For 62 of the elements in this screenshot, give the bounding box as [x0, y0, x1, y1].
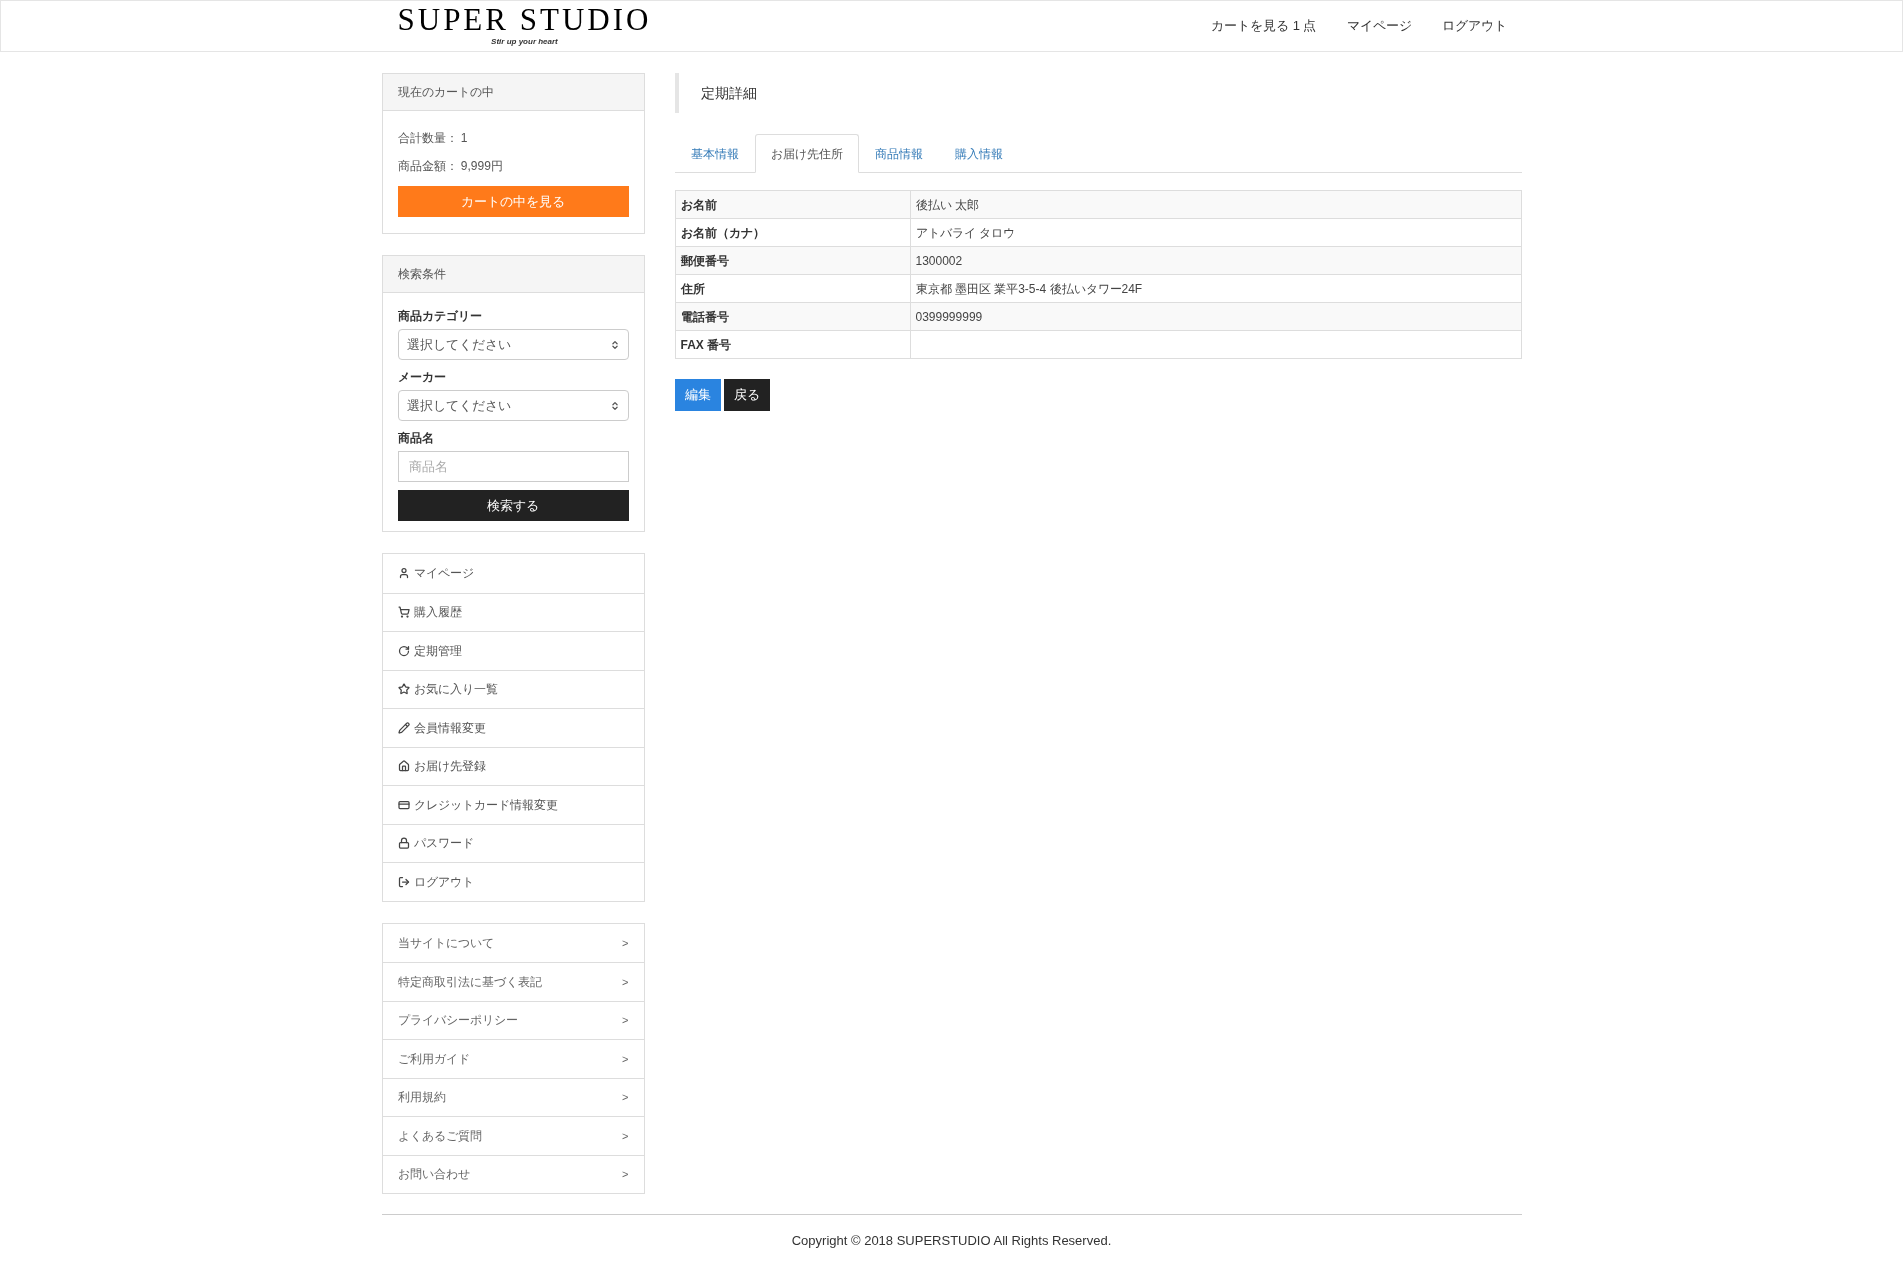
pencil-icon [397, 721, 410, 734]
info-link[interactable]: 当サイトについて > [382, 923, 644, 962]
tab[interactable]: 購入情報 [938, 134, 1019, 173]
select-arrows-icon [609, 339, 620, 350]
header-nav-link[interactable]: マイページ [1346, 16, 1412, 36]
credit-card-icon [397, 798, 410, 811]
logout-icon [397, 875, 410, 888]
table-cell: アトバライ タロウ [910, 218, 1521, 247]
input-field[interactable]: 商品名 [397, 451, 629, 482]
page-title: 定期詳細 [674, 73, 1522, 113]
table-header-cell: 電話番号 [675, 302, 910, 331]
table-cell: 1300002 [910, 246, 1521, 275]
user-icon [397, 567, 410, 580]
info-link[interactable]: 特定商取引法に基づく表記 > [382, 962, 644, 1001]
panel-heading: 検索条件 [382, 256, 644, 293]
site-logo[interactable]: SUPER STUDIO [397, 4, 652, 36]
header-nav-link[interactable]: ログアウト [1441, 16, 1507, 36]
menu-item[interactable]: マイページ [382, 554, 644, 593]
menu-item[interactable]: 会員情報変更 [382, 708, 644, 747]
table-cell: 0399999999 [910, 302, 1521, 331]
tab[interactable]: 商品情報 [858, 134, 939, 173]
table-header-cell: 住所 [675, 274, 910, 303]
info-link[interactable]: 利用規約 > [382, 1077, 644, 1116]
back-button[interactable]: 戻る [723, 379, 770, 411]
house-icon [397, 760, 410, 773]
menu-item[interactable]: 定期管理 [382, 631, 644, 670]
logo-tagline: Stir up your heart [491, 36, 558, 48]
select-field[interactable]: 選択してください [397, 329, 629, 360]
field-label: 商品名 [397, 430, 435, 447]
select-field[interactable]: 選択してください [397, 390, 629, 421]
panel-heading: 現在のカートの中 [382, 74, 644, 111]
header-nav-link[interactable]: カートを見る 1 点 [1211, 16, 1317, 36]
info-link[interactable]: ご利用ガイド > [382, 1039, 644, 1078]
cart-summary-text: 商品金額： 9,999円 [397, 158, 504, 175]
table-cell: 後払い 太郎 [910, 190, 1521, 219]
info-link[interactable]: プライバシーポリシー > [382, 1000, 644, 1039]
table-cell: 東京都 墨田区 業平3-5-4 後払いタワー24F [910, 274, 1521, 303]
menu-item[interactable]: パスワード [382, 823, 644, 862]
menu-item[interactable]: 購入履歴 [382, 592, 644, 631]
cart-summary-text: 合計数量： 1 [397, 130, 469, 147]
lock-icon [397, 837, 410, 850]
info-link[interactable]: お問い合わせ > [382, 1154, 644, 1193]
copyright-text: Copyright © 2018 SUPERSTUDIO All Rights Reserved. [791, 1232, 1112, 1250]
cart-icon [397, 606, 410, 619]
tab[interactable]: お届け先住所 [754, 134, 859, 173]
menu-item[interactable]: お届け先登録 [382, 746, 644, 785]
menu-item[interactable]: クレジットカード情報変更 [382, 785, 644, 824]
star-icon [397, 683, 410, 696]
search-button[interactable]: 検索する [397, 490, 629, 521]
tab[interactable]: 基本情報 [674, 134, 755, 173]
table-header-cell: 郵便番号 [675, 246, 910, 275]
table-header-cell: お名前（カナ） [675, 218, 910, 247]
table-header-cell: お名前 [675, 190, 910, 219]
select-arrows-icon [609, 400, 620, 411]
refresh-icon [397, 644, 410, 657]
table-header-cell: FAX 番号 [675, 330, 910, 359]
menu-item[interactable]: お気に入り一覧 [382, 669, 644, 708]
info-link[interactable]: よくあるご質問 > [382, 1116, 644, 1155]
menu-item[interactable]: ログアウト [382, 862, 644, 901]
field-label: 商品カテゴリー [397, 308, 483, 325]
field-label: メーカー [397, 369, 447, 386]
edit-button[interactable]: 編集 [674, 379, 721, 411]
